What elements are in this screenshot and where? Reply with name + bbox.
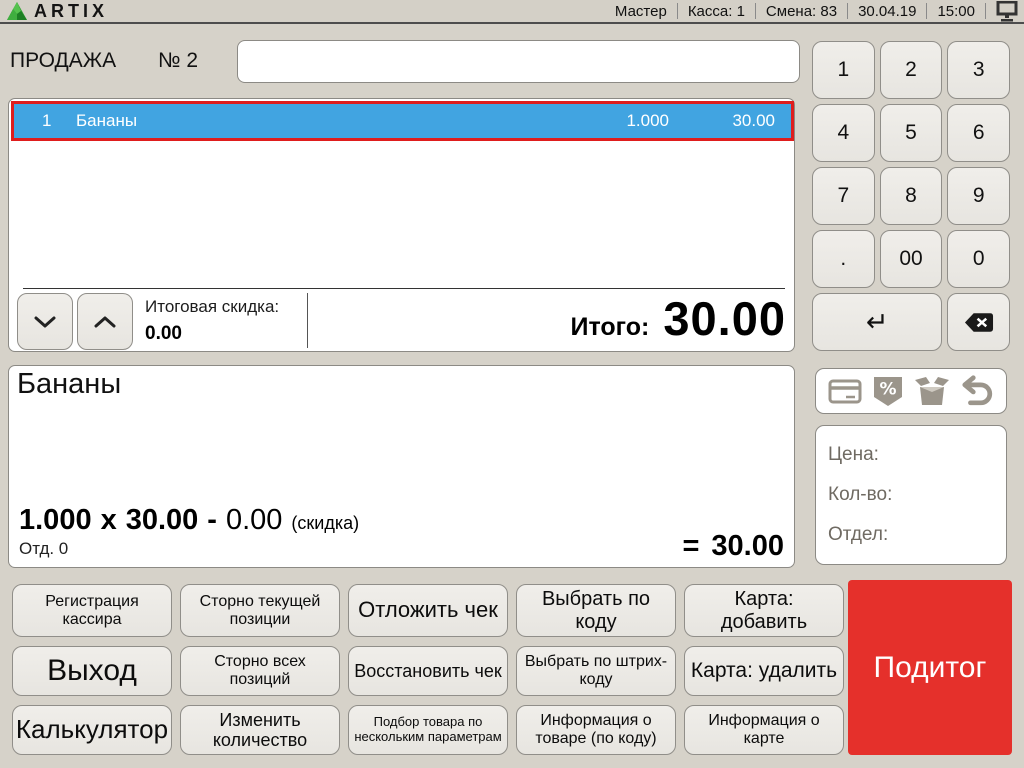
detail-line-total: 30.00: [711, 530, 784, 563]
cashier-registration-button[interactable]: Регистрация кассира: [12, 584, 172, 637]
brand-logo: ARTIX: [0, 0, 108, 22]
chevron-up-icon: [93, 315, 117, 329]
total-discount-value: 0.00: [145, 323, 182, 345]
receipt-selected-row[interactable]: 1 Бананы 1.000 30.00: [11, 101, 794, 141]
defer-receipt-button[interactable]: Отложить чек: [348, 584, 508, 637]
status-user: Мастер: [615, 3, 667, 20]
detail-discount: 0.00: [226, 504, 282, 537]
equals-sign: =: [682, 530, 699, 563]
numpad: 1 2 3 4 5 6 7 8 9 . 00 0 ↵: [812, 41, 1010, 351]
item-detail-panel: Бананы 1.000 x 30.00 - 0.00 (скидка) Отд…: [8, 365, 795, 568]
multiply-sign: x: [101, 504, 117, 537]
price-label: Цена:: [828, 444, 1006, 466]
status-register: Касса: 1: [688, 3, 745, 20]
chevron-down-icon: [33, 315, 57, 329]
enter-key[interactable]: ↵: [812, 293, 942, 351]
numpad-key-dot[interactable]: .: [812, 230, 875, 288]
numpad-key-1[interactable]: 1: [812, 41, 875, 99]
undo-icon[interactable]: [961, 374, 995, 408]
numpad-key-3[interactable]: 3: [947, 41, 1010, 99]
receipt-footer-divider: [23, 288, 785, 289]
scroll-up-button[interactable]: [77, 293, 133, 350]
top-bar: ARTIX Мастер Касса: 1 Смена: 83 30.04.19…: [0, 0, 1024, 24]
action-button-grid: Регистрация кассира Сторно текущей позиц…: [12, 584, 844, 755]
numpad-key-0[interactable]: 0: [947, 230, 1010, 288]
numpad-key-6[interactable]: 6: [947, 104, 1010, 162]
status-divider: [985, 3, 986, 19]
void-all-positions-button[interactable]: Сторно всех позиций: [180, 646, 340, 696]
total-discount-label: Итоговая скидка:: [145, 297, 279, 317]
restore-receipt-button[interactable]: Восстановить чек: [348, 646, 508, 696]
status-divider: [926, 3, 927, 19]
detail-calculation: 1.000 x 30.00 - 0.00 (скидка): [19, 504, 359, 537]
row-line-number: 1: [14, 111, 76, 131]
detail-department: Отд. 0: [19, 539, 68, 559]
total-label: Итого:: [571, 313, 650, 342]
status-divider: [755, 3, 756, 19]
scroll-down-button[interactable]: [17, 293, 73, 350]
payment-card-icon[interactable]: [828, 377, 862, 405]
select-by-code-button[interactable]: Выбрать по коду: [516, 584, 676, 637]
sale-number: № 2: [158, 49, 198, 73]
status-bar: Мастер Касса: 1 Смена: 83 30.04.19 15:00: [615, 1, 1024, 22]
detail-line-total-group: = 30.00: [682, 530, 784, 563]
minus-sign: -: [207, 504, 217, 537]
numpad-key-4[interactable]: 4: [812, 104, 875, 162]
status-date: 30.04.19: [858, 3, 916, 20]
subtotal-button[interactable]: Подитог: [848, 580, 1012, 755]
svg-text:%: %: [879, 379, 896, 399]
numpad-key-2[interactable]: 2: [880, 41, 943, 99]
card-info-button[interactable]: Информация о карте: [684, 705, 844, 755]
card-add-button[interactable]: Карта: добавить: [684, 584, 844, 637]
numpad-key-9[interactable]: 9: [947, 167, 1010, 225]
row-item-amount: 30.00: [669, 111, 791, 131]
detail-price: 30.00: [126, 504, 199, 537]
exit-button[interactable]: Выход: [12, 646, 172, 696]
brand-triangle-icon: [6, 0, 28, 22]
goods-box-icon[interactable]: [914, 375, 950, 407]
discount-caption: (скидка): [291, 513, 359, 534]
status-divider: [677, 3, 678, 19]
row-item-quantity: 1.000: [549, 111, 669, 131]
calculator-button[interactable]: Калькулятор: [12, 705, 172, 755]
side-toolbar: %: [815, 368, 1007, 414]
numpad-key-7[interactable]: 7: [812, 167, 875, 225]
numpad-key-00[interactable]: 00: [880, 230, 943, 288]
status-time: 15:00: [937, 3, 975, 20]
brand-name: ARTIX: [34, 1, 108, 22]
quantity-label: Кол-во:: [828, 484, 1006, 506]
total-value: 30.00: [663, 291, 786, 346]
pos-screen: ARTIX Мастер Касса: 1 Смена: 83 30.04.19…: [0, 0, 1024, 768]
card-remove-button[interactable]: Карта: удалить: [684, 646, 844, 696]
numpad-key-8[interactable]: 8: [880, 167, 943, 225]
select-by-barcode-button[interactable]: Выбрать по штрих-коду: [516, 646, 676, 696]
sale-title: ПРОДАЖА: [10, 49, 116, 73]
network-monitor-icon: [996, 1, 1018, 22]
numpad-key-5[interactable]: 5: [880, 104, 943, 162]
item-input-info-panel: Цена: Кол-во: Отдел:: [815, 425, 1007, 565]
barcode-input[interactable]: [237, 40, 800, 83]
detail-item-name: Бананы: [17, 368, 121, 401]
status-divider: [847, 3, 848, 19]
backspace-key[interactable]: [947, 293, 1010, 351]
discount-percent-icon[interactable]: %: [873, 376, 903, 407]
status-shift: Смена: 83: [766, 3, 837, 20]
receipt-panel: 1 Бананы 1.000 30.00 Итоговая скидка: 0.…: [8, 98, 795, 352]
change-quantity-button[interactable]: Изменить количество: [180, 705, 340, 755]
backspace-icon: [964, 312, 994, 333]
product-info-by-code-button[interactable]: Информация о товаре (по коду): [516, 705, 676, 755]
void-current-position-button[interactable]: Сторно текущей позиции: [180, 584, 340, 637]
row-item-name: Бананы: [76, 111, 549, 131]
footer-vertical-divider: [307, 293, 308, 348]
department-label: Отдел:: [828, 524, 1006, 546]
detail-quantity: 1.000: [19, 504, 92, 537]
product-search-multi-params-button[interactable]: Подбор товара по нескольким параметрам: [348, 705, 508, 755]
receipt-total: Итого: 30.00: [571, 291, 786, 346]
